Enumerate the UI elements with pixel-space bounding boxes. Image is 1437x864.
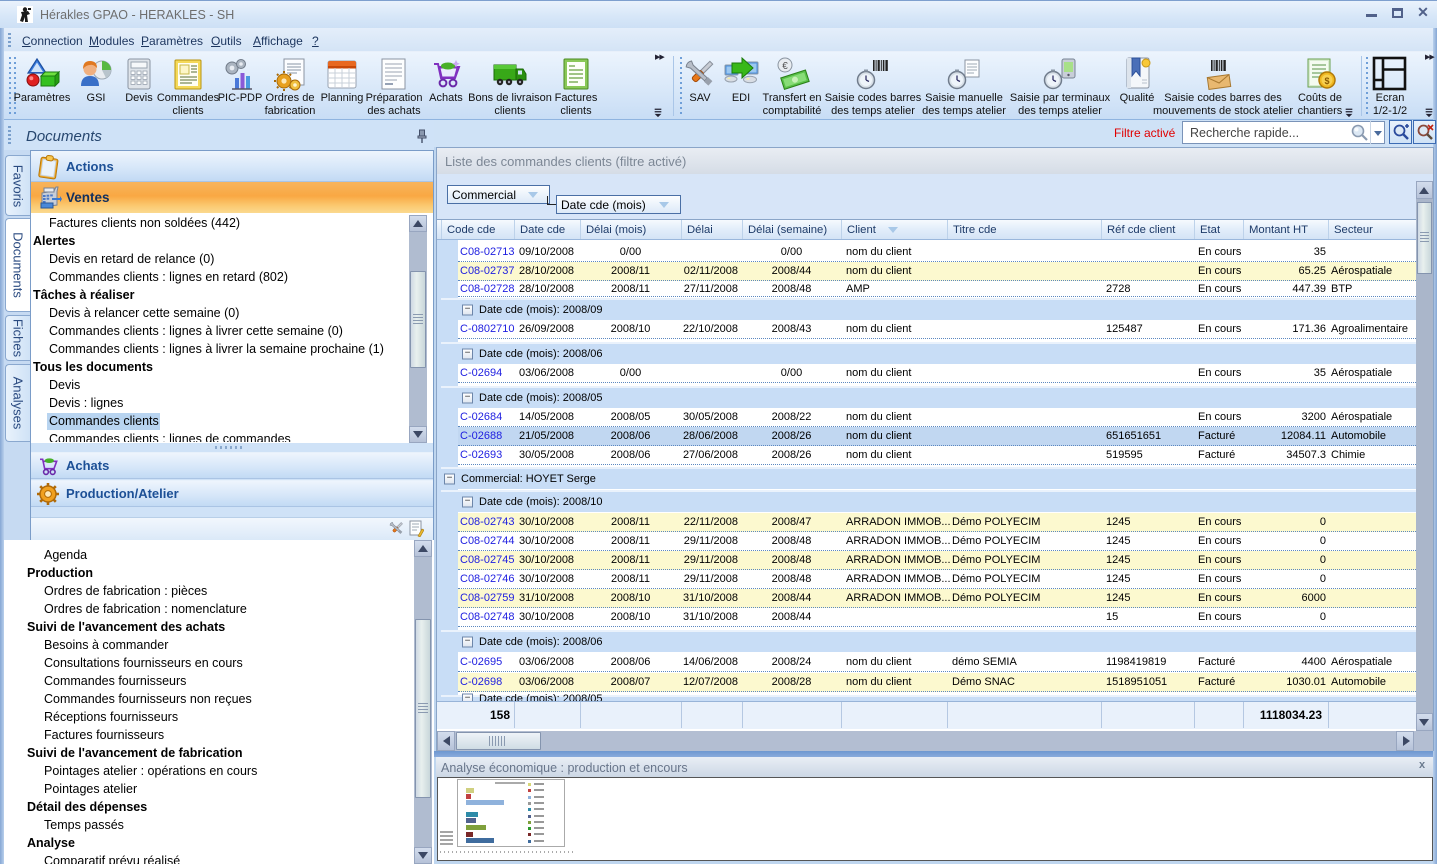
svg-text:$: $ [1324, 76, 1329, 86]
svg-text:€: € [782, 61, 788, 72]
